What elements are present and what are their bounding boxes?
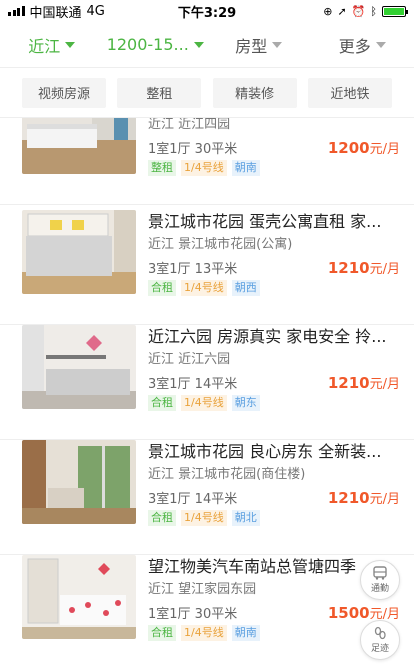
listing-rooms: 3室1厅 14平米	[148, 491, 238, 507]
listing-tag: 1/4号线	[181, 625, 227, 641]
quick-filter-whole-rent[interactable]: 整租	[117, 77, 202, 108]
filter-area-label: 近江	[28, 36, 61, 56]
clock: 下午3:29	[177, 5, 237, 21]
listing-price: 1210元/月	[327, 258, 400, 277]
chevron-down-icon	[65, 41, 76, 48]
quick-filter-bar: 视频房源 整租 精装修 近地铁	[0, 68, 414, 118]
commute-button[interactable]: 通勤	[360, 560, 400, 600]
listing-tag: 朝南	[231, 625, 260, 641]
listing-location: 近江 近江六园	[148, 352, 231, 367]
filter-room-type-label: 房型	[235, 36, 268, 56]
listing-tag: 合租	[148, 625, 176, 641]
filter-room-type[interactable]: 房型	[207, 33, 311, 57]
listing-tag: 1/4号线	[181, 280, 227, 296]
listing-card[interactable]: 近江六园 房源真实 家电安全 拎... 近江 近江六园 3室1厅 14平米 12…	[0, 325, 414, 440]
listing-tag: 1/4号线	[181, 395, 227, 411]
filter-bar: 近江 1200-15... 房型 更多	[0, 22, 414, 68]
signal-icon	[8, 6, 25, 16]
listing-rooms: 3室1厅 14平米	[148, 376, 238, 392]
listing-photo	[22, 440, 136, 524]
network-type: 4G	[86, 3, 105, 19]
filter-more[interactable]: 更多	[311, 33, 414, 57]
listing-card[interactable]: 近江 近江四园 1室1厅 30平米 1200元/月 整租 1/4号线 朝南	[0, 118, 414, 205]
listing-price: 1200元/月	[327, 138, 400, 157]
listing-location: 近江 景江城市花园(商住楼)	[148, 467, 306, 482]
bus-icon	[373, 566, 387, 580]
quick-filter-near-metro[interactable]: 近地铁	[307, 77, 392, 108]
location-icon: ➚	[337, 4, 347, 18]
listing-card[interactable]: 景江城市花园 良心房东 全新装... 近江 景江城市花园(商住楼) 3室1厅 1…	[0, 440, 414, 555]
listing-tag: 朝北	[231, 510, 260, 526]
chevron-down-icon	[193, 41, 204, 48]
commute-label: 通勤	[370, 584, 389, 594]
listing-tag: 1/4号线	[181, 510, 227, 526]
chevron-down-icon	[272, 41, 283, 48]
listing-list: 近江 近江四园 1室1厅 30平米 1200元/月 整租 1/4号线 朝南 景江…	[0, 118, 414, 664]
listing-tag: 整租	[148, 160, 176, 176]
chevron-down-icon	[375, 41, 386, 48]
listing-price: 1210元/月	[327, 373, 400, 392]
listing-photo	[22, 210, 136, 294]
listing-tag: 朝南	[231, 160, 260, 176]
filter-area[interactable]: 近江	[0, 33, 104, 57]
listing-photo	[22, 555, 136, 639]
listing-title: 景江城市花园 蛋壳公寓直租 家...	[148, 212, 382, 231]
listing-price: 1500元/月	[327, 603, 400, 622]
listing-title: 景江城市花园 良心房东 全新装...	[148, 442, 382, 461]
listing-card[interactable]: 望江物美汽车南站总管塘四季 近江 望江家园东园 1室1厅 30平米 1500元/…	[0, 555, 414, 664]
listing-rooms: 3室1厅 13平米	[148, 261, 238, 277]
filter-price-label: 1200-15...	[106, 35, 189, 54]
alarm-icon: ⏰	[351, 4, 366, 18]
listing-photo	[22, 325, 136, 409]
listing-tag: 合租	[148, 280, 176, 296]
listing-location: 近江 近江四园	[148, 118, 231, 132]
footprint-button[interactable]: 足迹	[360, 620, 400, 660]
quick-filter-decorated[interactable]: 精装修	[212, 77, 297, 108]
listing-title: 望江物美汽车南站总管塘四季	[148, 557, 357, 576]
listing-rooms: 1室1厅 30平米	[148, 606, 238, 622]
listing-tag: 朝东	[231, 395, 260, 411]
filter-price[interactable]: 1200-15...	[104, 35, 208, 54]
listing-title: 近江六园 房源真实 家电安全 拎...	[148, 327, 387, 346]
carrier-name: 中国联通	[29, 5, 82, 21]
bluetooth-icon: ᛒ	[370, 4, 377, 18]
footprint-label: 足迹	[370, 644, 389, 654]
listing-price: 1210元/月	[327, 488, 400, 507]
rotation-lock-icon: ⊕	[323, 4, 333, 18]
listing-tag: 合租	[148, 395, 176, 411]
footprint-icon	[374, 626, 386, 640]
battery-icon	[382, 5, 408, 17]
listing-tag: 1/4号线	[181, 160, 227, 176]
listing-card[interactable]: 景江城市花园 蛋壳公寓直租 家... 近江 景江城市花园(公寓) 3室1厅 13…	[0, 210, 414, 325]
listing-tag: 朝西	[231, 280, 260, 296]
filter-more-label: 更多	[338, 36, 371, 56]
quick-filter-video[interactable]: 视频房源	[22, 77, 106, 108]
listing-location: 近江 景江城市花园(公寓)	[148, 237, 293, 252]
listing-photo	[22, 118, 136, 174]
listing-tag: 合租	[148, 510, 176, 526]
status-bar: 中国联通 4G 下午3:29 ⊕ ➚ ⏰ ᛒ	[0, 0, 414, 22]
listing-rooms: 1室1厅 30平米	[148, 141, 238, 157]
